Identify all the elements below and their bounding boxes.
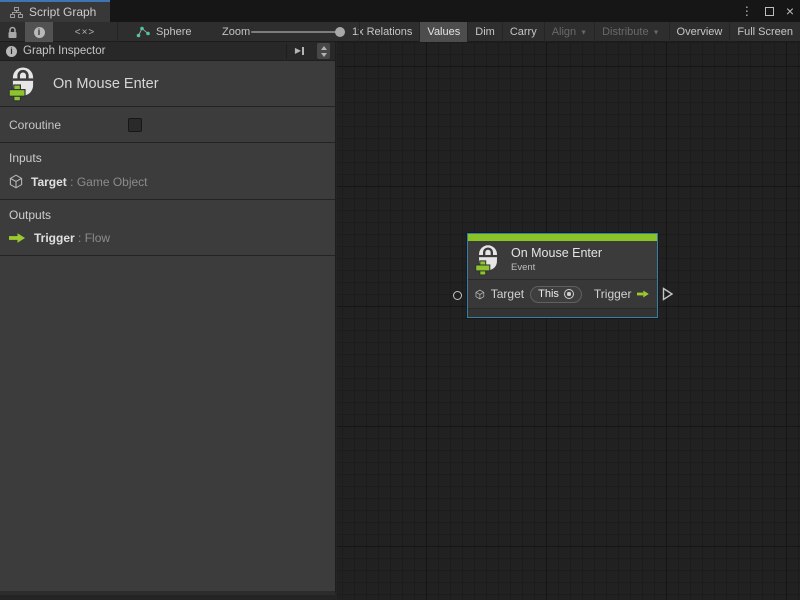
graph-canvas[interactable]: On Mouse Enter Event Target This Tri — [337, 42, 800, 600]
distribute-button[interactable]: Distribute ▼ — [594, 22, 666, 42]
node-event-color-bar — [468, 234, 657, 241]
window-menu-icon[interactable]: ⋮ — [741, 0, 753, 22]
target-value: This — [538, 289, 559, 300]
coroutine-row: Coroutine — [0, 107, 335, 143]
align-caret-icon: ▼ — [580, 29, 587, 36]
expand-icon: ▶ — [295, 47, 304, 55]
coroutine-checkbox[interactable] — [128, 118, 142, 132]
zoom-slider-handle[interactable] — [335, 27, 345, 37]
flow-arrow-icon — [637, 288, 650, 300]
overview-button[interactable]: Overview — [669, 22, 730, 42]
close-icon[interactable]: × — [786, 0, 794, 22]
inspector-toggle-button[interactable]: i — [25, 22, 53, 42]
node-title: On Mouse Enter — [511, 246, 602, 262]
carry-button[interactable]: Carry — [502, 22, 544, 42]
game-object-cube-icon — [9, 174, 23, 189]
node-input-connection-port[interactable] — [453, 291, 462, 300]
output-port-row: Trigger : Flow — [9, 231, 326, 245]
flow-arrow-icon — [9, 232, 26, 244]
values-button[interactable]: Values — [419, 22, 467, 42]
inputs-header: Inputs — [9, 151, 326, 165]
toolbar-separator — [117, 22, 118, 42]
window-controls: ⋮ × — [741, 0, 794, 22]
output-port-name: Trigger — [34, 231, 75, 245]
graph-inspector-panel: i Graph Inspector ▶ On Mouse Enter — [0, 42, 336, 595]
code-view-button[interactable]: <×> — [53, 22, 117, 42]
script-graph-asset-icon — [136, 26, 150, 38]
input-port-row: Target : Game Object — [9, 174, 326, 189]
dim-button[interactable]: Dim — [467, 22, 502, 42]
target-port-label: Target — [491, 287, 524, 301]
graph-toolbar: i <×> Sphere Zoom 1x Relations Values — [0, 22, 800, 42]
mouse-event-icon — [475, 244, 501, 276]
lock-icon — [7, 26, 18, 39]
on-mouse-enter-node[interactable]: On Mouse Enter Event Target This Tri — [467, 233, 658, 318]
target-value-field[interactable]: This — [530, 286, 582, 303]
output-port-type: Flow — [85, 231, 110, 245]
window-titlebar: Script Graph ⋮ × — [0, 0, 800, 22]
separator: : — [67, 175, 77, 189]
inputs-section: Inputs Target : Game Object — [0, 143, 335, 200]
info-icon: i — [6, 46, 17, 57]
maximize-icon[interactable] — [765, 7, 774, 16]
hierarchy-graph-icon — [10, 7, 23, 18]
trigger-port-label: Trigger — [594, 287, 632, 301]
zoom-label: Zoom — [222, 22, 250, 42]
graph-reference[interactable]: Sphere — [136, 22, 191, 42]
coroutine-label: Coroutine — [9, 118, 128, 132]
object-picker-icon[interactable] — [564, 289, 574, 299]
spinner-up-icon — [321, 46, 327, 50]
graph-inspector-header: i Graph Inspector ▶ — [0, 42, 335, 61]
unity-visual-scripting-window: Script Graph ⋮ × i <×> — [0, 0, 800, 600]
toolbar-right-group: Relations Values Dim Carry Align ▼ Distr… — [359, 22, 800, 42]
input-port-name: Target — [31, 175, 67, 189]
distribute-caret-icon: ▼ — [653, 29, 660, 36]
outputs-section: Outputs Trigger : Flow — [0, 200, 335, 256]
align-button[interactable]: Align ▼ — [544, 22, 594, 42]
outputs-header: Outputs — [9, 208, 326, 222]
node-ports-row: Target This Trigger — [468, 280, 657, 309]
zoom-slider[interactable] — [251, 31, 345, 33]
graph-inspector-title: Graph Inspector — [23, 45, 280, 57]
node-subtitle: Event — [511, 262, 602, 273]
info-icon: i — [34, 27, 45, 38]
node-output-connection-port[interactable] — [662, 287, 674, 301]
code-icon: <×> — [75, 27, 96, 38]
inspector-scroll-spinner[interactable] — [317, 43, 330, 59]
input-port-type: Game Object — [77, 175, 148, 189]
unit-title-section: On Mouse Enter — [0, 61, 335, 107]
separator: : — [75, 231, 85, 245]
lock-button[interactable] — [0, 22, 25, 42]
game-object-cube-icon — [475, 287, 485, 302]
spinner-down-icon — [321, 53, 327, 57]
tab-label: Script Graph — [29, 5, 96, 19]
relations-button[interactable]: Relations — [359, 22, 420, 42]
tab-script-graph[interactable]: Script Graph — [0, 0, 110, 22]
fullscreen-button[interactable]: Full Screen — [729, 22, 800, 42]
graph-reference-label: Sphere — [156, 26, 191, 38]
mouse-event-icon — [8, 66, 38, 102]
node-footer — [468, 309, 657, 317]
dock-inspector-button[interactable]: ▶ — [286, 44, 308, 59]
node-header[interactable]: On Mouse Enter Event — [468, 241, 657, 280]
unit-title: On Mouse Enter — [53, 76, 159, 92]
